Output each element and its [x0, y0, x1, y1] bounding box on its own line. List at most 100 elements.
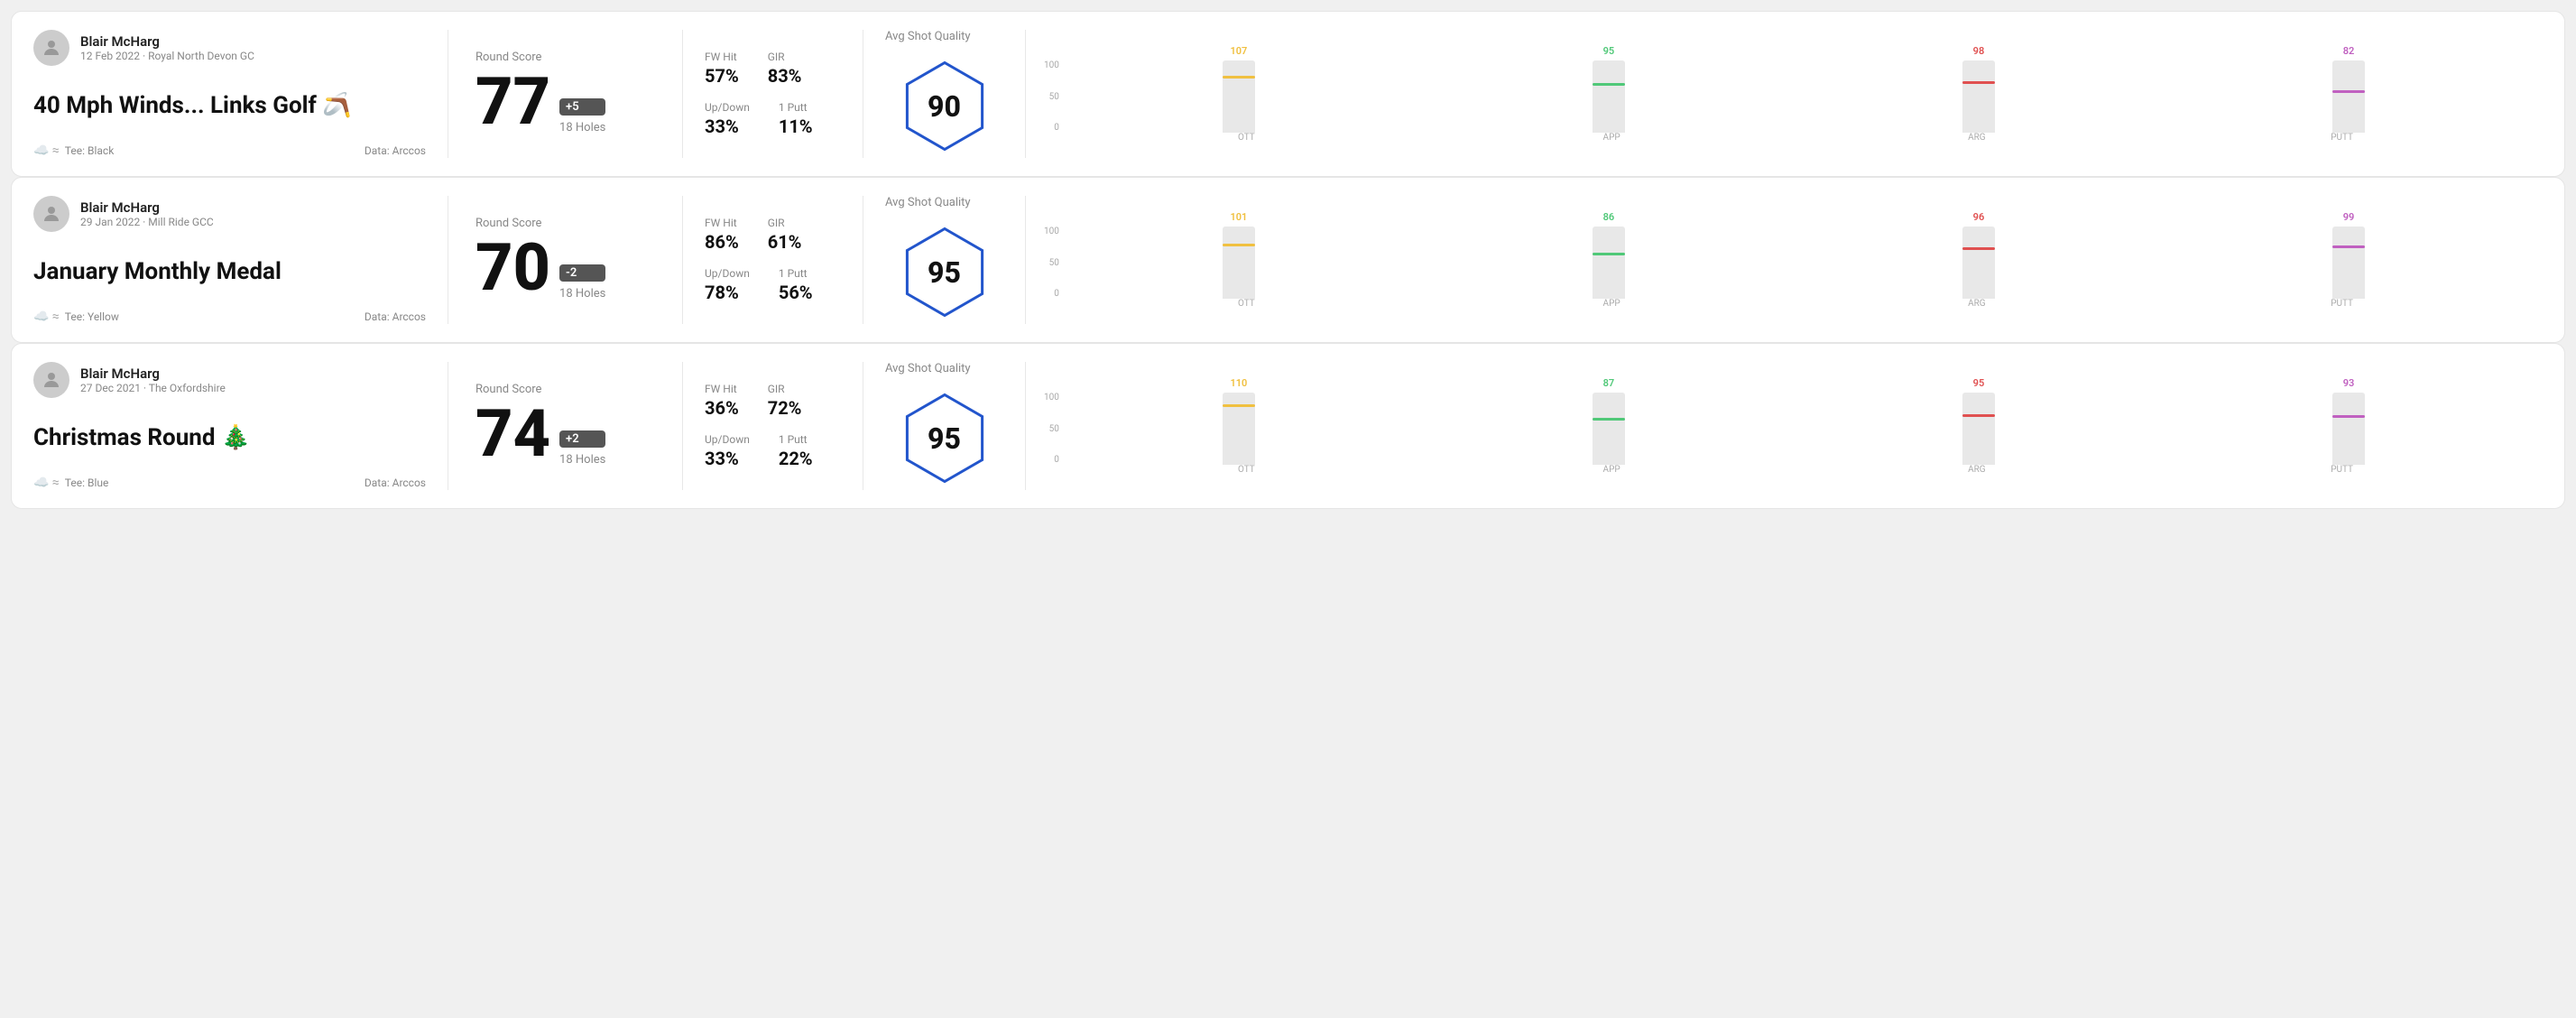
user-name: Blair McHarg: [80, 199, 214, 216]
bar-container: [2332, 227, 2365, 299]
x-label: OTT: [1064, 465, 1429, 475]
x-label: PUTT: [2159, 299, 2525, 309]
bar-container: [1962, 60, 1995, 133]
stat-value: 33%: [705, 448, 750, 469]
stat-value: 72%: [768, 397, 802, 419]
tee-label: Tee: Yellow: [65, 310, 119, 323]
bar-app: 87: [1433, 377, 1785, 465]
bar-value: 95: [1603, 45, 1615, 57]
score-section: Round Score74+218 Holes: [448, 362, 683, 490]
stat-label: FW Hit: [705, 217, 739, 229]
round-meta: 29 Jan 2022 · Mill Ride GCC: [80, 216, 214, 228]
x-labels: OTTAPPARGPUTT: [1064, 133, 2525, 143]
y-axis: 100500: [1044, 393, 1059, 465]
bar-fill: [2332, 93, 2365, 133]
x-label: PUTT: [2159, 133, 2525, 143]
card-footer: ☁️ ≈ Tee: BlueData: Arccos: [33, 476, 426, 490]
bar-fill: [2332, 418, 2365, 465]
bar-container: [1223, 393, 1255, 465]
x-label: APP: [1429, 299, 1795, 309]
stat-value: 11%: [779, 116, 813, 137]
round-title: January Monthly Medal: [33, 258, 426, 285]
user-header: Blair McHarg29 Jan 2022 · Mill Ride GCC: [33, 196, 426, 232]
user-icon: [41, 203, 62, 225]
score-detail: +518 Holes: [559, 98, 605, 134]
x-label: ARG: [1795, 133, 2160, 143]
bar-line: [1962, 247, 1995, 250]
quality-score: 90: [928, 89, 961, 124]
bar-container: [1223, 227, 1255, 299]
weather-icon: ☁️ ≈: [33, 143, 60, 158]
bar-putt: 93: [2173, 377, 2525, 465]
stats-section: FW Hit57%GIR83%Up/Down33%1 Putt11%: [683, 30, 863, 158]
stat-label: 1 Putt: [779, 267, 813, 280]
card-footer: ☁️ ≈ Tee: YellowData: Arccos: [33, 310, 426, 324]
stat-onePutt: 1 Putt 56%: [779, 267, 813, 303]
y-axis-label: 50: [1044, 258, 1059, 268]
stat-value: 83%: [768, 65, 802, 87]
bar-value: 101: [1230, 211, 1247, 223]
bars-container: 110 87 95 93: [1063, 377, 2525, 465]
chart-wrapper: 100500107959882OTTAPPARGPUTT: [1044, 45, 2525, 143]
bar-line: [1593, 418, 1625, 421]
y-axis-label: 100: [1044, 227, 1059, 236]
stat-value: 33%: [705, 116, 750, 137]
bars-row: 100500 110 87 95 93: [1044, 377, 2525, 465]
avatar: [33, 196, 69, 232]
bar-fill: [1223, 79, 1255, 133]
tee-label: Tee: Black: [65, 144, 114, 157]
quality-label: Avg Shot Quality: [885, 196, 971, 209]
x-label: PUTT: [2159, 465, 2525, 475]
holes-label: 18 Holes: [559, 453, 605, 467]
stat-upDown: Up/Down78%: [705, 267, 750, 303]
bar-fill: [1962, 84, 1995, 133]
stat-label: 1 Putt: [779, 101, 813, 114]
bar-line: [1962, 414, 1995, 417]
bottom-stats: Up/Down 33% 1 Putt 11%: [705, 101, 841, 137]
user-info: Blair McHarg29 Jan 2022 · Mill Ride GCC: [80, 199, 214, 228]
stat-value: 56%: [779, 282, 813, 303]
chart-wrapper: 100500110879593OTTAPPARGPUTT: [1044, 377, 2525, 475]
round-card-3: Blair McHarg27 Dec 2021 · The Oxfordshir…: [11, 343, 2565, 509]
bar-container: [1593, 393, 1625, 465]
score-number: 77: [475, 69, 550, 134]
stat-label: GIR: [768, 51, 802, 63]
stat-gir: GIR 61%: [768, 217, 802, 253]
stat-value: 61%: [768, 231, 802, 253]
stat-label: Up/Down: [705, 101, 750, 114]
stat-value: 86%: [705, 231, 739, 253]
stat-label: FW Hit: [705, 383, 739, 395]
bar-putt: 99: [2173, 211, 2525, 299]
x-label: APP: [1429, 465, 1795, 475]
round-meta: 27 Dec 2021 · The Oxfordshire: [80, 382, 226, 394]
bar-putt: 82: [2173, 45, 2525, 133]
bar-fill: [1223, 246, 1255, 299]
data-source: Data: Arccos: [365, 144, 426, 157]
bar-fill: [1593, 86, 1625, 133]
top-stats: FW Hit57%GIR83%: [705, 51, 841, 87]
stats-section: FW Hit36%GIR72%Up/Down33%1 Putt22%: [683, 362, 863, 490]
x-label: APP: [1429, 133, 1795, 143]
user-info: Blair McHarg12 Feb 2022 · Royal North De…: [80, 33, 254, 62]
chart-section: 100500110879593OTTAPPARGPUTT: [1026, 362, 2543, 490]
score-label: Round Score: [475, 383, 655, 396]
score-row: 70-218 Holes: [475, 236, 655, 301]
quality-section: Avg Shot Quality95: [863, 196, 1026, 324]
bar-container: [1223, 60, 1255, 133]
bar-value: 96: [1973, 211, 1985, 223]
bar-value: 86: [1603, 211, 1615, 223]
score-badge: -2: [559, 264, 605, 282]
y-axis-label: 0: [1044, 455, 1059, 465]
x-labels: OTTAPPARGPUTT: [1064, 299, 2525, 309]
quality-label: Avg Shot Quality: [885, 30, 971, 43]
x-label: OTT: [1064, 299, 1429, 309]
bar-value: 95: [1973, 377, 1985, 389]
y-axis-label: 100: [1044, 60, 1059, 70]
card-left-section: Blair McHarg29 Jan 2022 · Mill Ride GCC J…: [33, 196, 448, 324]
bar-value: 98: [1973, 45, 1985, 57]
user-icon: [41, 37, 62, 59]
user-name: Blair McHarg: [80, 33, 254, 50]
avatar: [33, 362, 69, 398]
stat-label: GIR: [768, 217, 802, 229]
bar-value: 110: [1230, 377, 1247, 389]
